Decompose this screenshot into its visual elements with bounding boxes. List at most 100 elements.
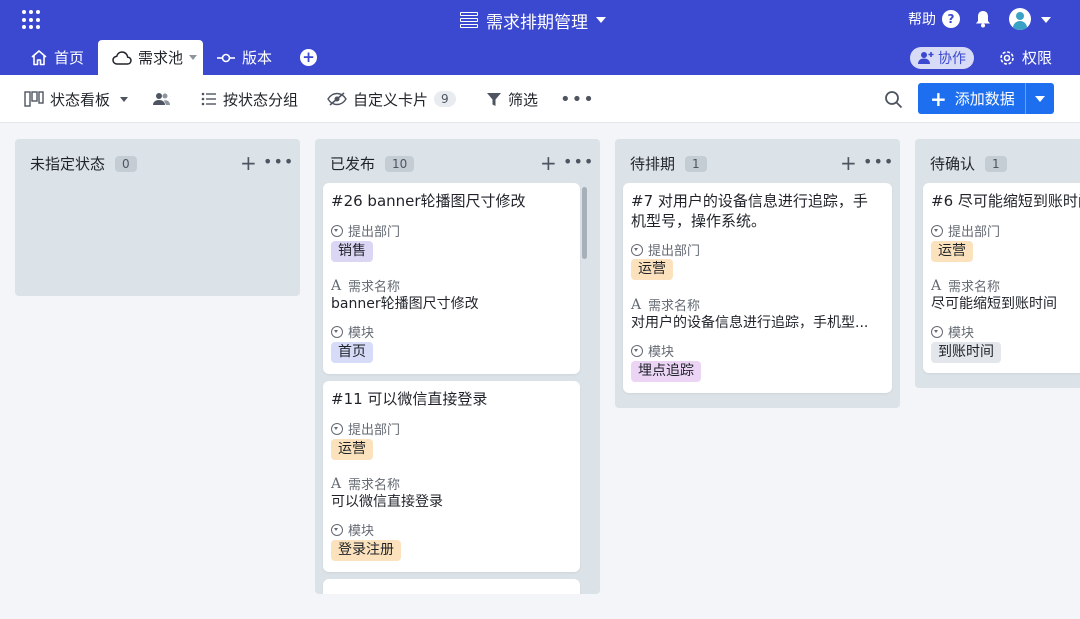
column-to-schedule: 待排期 1 + ••• #7 对用户的设备信息进行追踪，手机型号，操作系统。 提… xyxy=(615,139,900,408)
column-title: 未指定状态 xyxy=(30,155,106,173)
more-options-icon[interactable]: ••• xyxy=(560,75,595,123)
field-label-module: 模块 xyxy=(348,524,375,539)
chevron-down-icon xyxy=(596,17,606,23)
apps-grid-icon[interactable] xyxy=(22,10,42,30)
help-label: 帮助 xyxy=(908,12,936,28)
tab-version[interactable]: 版本 xyxy=(216,40,272,75)
users-icon xyxy=(153,93,170,105)
view-switcher[interactable]: 状态看板 xyxy=(24,75,129,123)
kanban-icon xyxy=(24,91,44,107)
view-toolbar: 状态看板 按状态分组 自定义卡片 9 筛选 ••• + 添加数据 xyxy=(0,75,1080,123)
add-data-chevron-icon[interactable] xyxy=(1035,96,1045,102)
add-card-icon[interactable]: + xyxy=(840,151,857,175)
column-to-confirm: 待确认 1 #6 尽可能缩短到账时间 提出部门 运营 A 需求名称 尽可能缩短到… xyxy=(915,139,1080,388)
filter-button[interactable]: 筛选 xyxy=(486,75,538,123)
card-title: #6 尽可能缩短到账时间 xyxy=(931,192,1080,210)
view-chevron-icon xyxy=(120,96,129,102)
app-title-text: 需求排期管理 xyxy=(486,12,588,33)
field-label-dept: 提出部门 xyxy=(648,244,701,259)
single-select-icon xyxy=(331,422,343,435)
card-7[interactable]: #7 对用户的设备信息进行追踪，手机型号，操作系统。 提出部门 运营 A 需求名… xyxy=(623,183,892,393)
tab-pool-chevron-icon[interactable] xyxy=(189,55,197,60)
add-data-label: 添加数据 xyxy=(954,90,1015,108)
field-label-module: 模块 xyxy=(648,345,675,360)
dept-tag: 运营 xyxy=(931,241,973,262)
avatar-chevron-icon[interactable] xyxy=(1041,17,1051,23)
card-26[interactable]: #26 banner轮播图尺寸修改 提出部门 销售 A 需求名称 banner轮… xyxy=(323,183,580,374)
column-unassigned: 未指定状态 0 + ••• xyxy=(15,139,300,296)
collaborate-button[interactable]: 协作 xyxy=(910,47,974,69)
tab-home-label: 首页 xyxy=(54,49,85,67)
single-select-icon xyxy=(631,344,643,357)
tab-bar: 首页 需求池 版本 + 协作 权限 xyxy=(0,40,1080,75)
name-value: 对用户的设备信息进行追踪，手机型... xyxy=(631,315,869,331)
tab-pool-label: 需求池 xyxy=(138,49,184,67)
module-tag: 到账时间 xyxy=(931,342,1001,363)
question-icon: ? xyxy=(942,10,960,28)
field-label-module: 模块 xyxy=(948,326,975,341)
group-by-button[interactable]: 按状态分组 xyxy=(201,75,298,123)
card-title: #7 对用户的设备信息进行追踪，手机型号，操作系统。 xyxy=(631,192,868,230)
tab-version-label: 版本 xyxy=(242,49,273,67)
text-field-icon: A xyxy=(331,475,342,492)
card-6[interactable]: #6 尽可能缩短到账时间 提出部门 运营 A 需求名称 尽可能缩短到账时间 模块… xyxy=(923,183,1080,373)
single-select-icon xyxy=(931,224,943,237)
column-count: 1 xyxy=(985,155,1007,172)
dept-tag: 运营 xyxy=(631,259,673,280)
tab-home[interactable]: 首页 xyxy=(30,40,84,75)
tab-requirement-pool[interactable]: 需求池 xyxy=(98,40,203,75)
permission-label: 权限 xyxy=(1022,49,1053,67)
plus-icon: + xyxy=(930,86,947,111)
name-value: banner轮播图尺寸修改 xyxy=(331,296,479,312)
home-icon xyxy=(31,50,47,66)
field-label-dept: 提出部门 xyxy=(948,225,1001,240)
column-more-icon[interactable]: ••• xyxy=(863,152,894,171)
app-title[interactable]: 需求排期管理 xyxy=(460,8,606,33)
add-user-icon xyxy=(918,52,934,64)
filter-icon xyxy=(487,92,501,106)
add-card-icon[interactable]: + xyxy=(240,151,257,175)
single-select-icon xyxy=(331,224,343,237)
custom-card-label: 自定义卡片 xyxy=(353,90,429,109)
column-title: 已发布 xyxy=(330,155,376,173)
card-title: #26 banner轮播图尺寸修改 xyxy=(331,192,526,210)
commit-icon xyxy=(217,53,235,62)
card-partial[interactable] xyxy=(323,579,580,594)
gear-icon xyxy=(1000,50,1014,65)
column-released: 已发布 10 + ••• #26 banner轮播图尺寸修改 提出部门 销售 A… xyxy=(315,139,600,594)
top-header: 需求排期管理 帮助 ? xyxy=(0,0,1080,40)
collaborate-label: 协作 xyxy=(938,51,966,67)
column-count: 0 xyxy=(115,155,137,172)
dept-tag: 销售 xyxy=(331,241,373,262)
add-data-button[interactable]: + 添加数据 xyxy=(918,83,1054,114)
add-card-icon[interactable]: + xyxy=(540,151,557,175)
avatar[interactable] xyxy=(1009,8,1031,30)
card-11[interactable]: #11 可以微信直接登录 提出部门 运营 A 需求名称 可以微信直接登录 模块 … xyxy=(323,381,580,572)
help-button[interactable]: 帮助 ? xyxy=(908,9,960,29)
column-more-icon[interactable]: ••• xyxy=(263,152,294,171)
name-value: 尽可能缩短到账时间 xyxy=(931,296,1057,312)
column-more-icon[interactable]: ••• xyxy=(563,152,594,171)
custom-card-button[interactable]: 自定义卡片 9 xyxy=(327,75,456,123)
single-select-icon xyxy=(331,523,343,536)
search-icon[interactable] xyxy=(884,90,903,109)
field-label-module: 模块 xyxy=(348,326,375,341)
filter-label: 筛选 xyxy=(508,90,539,109)
eye-slash-icon xyxy=(327,92,347,106)
card-title: #11 可以微信直接登录 xyxy=(331,390,488,408)
module-tag: 埋点追踪 xyxy=(631,361,701,382)
permission-button[interactable]: 权限 xyxy=(998,47,1052,68)
single-select-icon xyxy=(931,325,943,338)
members-button[interactable] xyxy=(153,75,171,123)
single-select-icon xyxy=(331,325,343,338)
custom-card-count: 9 xyxy=(434,91,456,107)
column-title: 待确认 xyxy=(930,155,976,173)
list-icon xyxy=(201,92,216,106)
bell-icon[interactable] xyxy=(975,10,991,28)
text-field-icon: A xyxy=(331,277,342,294)
view-switcher-label: 状态看板 xyxy=(50,90,111,109)
add-tab-icon[interactable]: + xyxy=(300,49,317,66)
column-count: 1 xyxy=(685,155,707,172)
column-count: 10 xyxy=(385,155,415,172)
column-scrollbar[interactable] xyxy=(582,187,587,259)
